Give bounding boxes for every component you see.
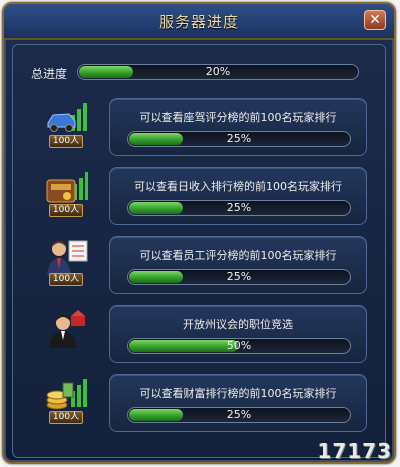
wealth-coins-icon — [46, 379, 87, 410]
task-description: 可以查看座驾评分榜的前100名玩家排行 — [139, 111, 337, 124]
task-panel: 可以查看日收入排行榜的前100名玩家排行 25% — [109, 167, 367, 225]
task-progress-bar: 25% — [127, 200, 351, 216]
money-bag-chart-icon — [46, 172, 88, 203]
overall-progress-bar: 20% — [77, 64, 359, 80]
task-progress-text: 25% — [226, 270, 252, 283]
capacity-badge: 100人 — [49, 273, 83, 286]
window-title: 服务器进度 — [158, 13, 239, 31]
task-row: 100人 可以查看员工评分榜的前100名玩家排行 25% — [13, 231, 387, 299]
task-description: 可以查看员工评分榜的前100名玩家排行 — [139, 249, 337, 262]
car-chart-icon — [47, 103, 87, 132]
overall-progress-row: 总进度 20% — [13, 45, 387, 97]
task-row: 100人 可以查看座驾评分榜的前100名玩家排行 25% — [13, 93, 387, 161]
title-bar: 服务器进度 ✕ — [4, 4, 394, 40]
task-icon-box: 100人 — [41, 375, 97, 431]
task-progress-bar: 50% — [127, 338, 351, 354]
task-progress-text: 50% — [226, 339, 252, 352]
task-panel: 开放州议会的职位竞选 50% — [109, 305, 367, 363]
council-member-icon — [49, 310, 85, 348]
capacity-badge: 100人 — [49, 411, 83, 424]
task-description: 可以查看财富排行榜的前100名玩家排行 — [139, 387, 337, 400]
close-button[interactable]: ✕ — [364, 10, 386, 30]
task-icon-box — [41, 306, 97, 362]
overall-progress-label: 总进度 — [31, 67, 68, 81]
progress-panel: 总进度 20% 100人 可以查看座驾评分榜的前100名玩家排行 25% 100… — [12, 44, 386, 458]
task-progress-text: 25% — [226, 201, 252, 214]
capacity-badge: 100人 — [49, 135, 83, 148]
task-icon-box: 100人 — [41, 168, 97, 224]
task-progress-bar: 25% — [127, 269, 351, 285]
overall-progress-text: 20% — [205, 65, 231, 78]
task-progress-bar: 25% — [127, 407, 351, 423]
task-progress-text: 25% — [226, 132, 252, 145]
staff-person-icon — [47, 240, 88, 275]
server-progress-window: 服务器进度 ✕ 总进度 20% 100人 可以查看座驾评分榜的前100名玩家排行… — [2, 2, 396, 464]
task-panel: 可以查看财富排行榜的前100名玩家排行 25% — [109, 374, 367, 432]
site-watermark: 17173 — [317, 439, 392, 463]
task-description: 可以查看日收入排行榜的前100名玩家排行 — [134, 180, 342, 193]
task-row: 100人 可以查看财富排行榜的前100名玩家排行 25% — [13, 369, 387, 437]
close-icon: ✕ — [369, 12, 381, 28]
task-description: 开放州议会的职位竞选 — [183, 318, 293, 331]
task-panel: 可以查看员工评分榜的前100名玩家排行 25% — [109, 236, 367, 294]
task-icon-box: 100人 — [41, 237, 97, 293]
task-icon-box: 100人 — [41, 99, 97, 155]
capacity-badge: 100人 — [49, 204, 83, 217]
task-row: 100人 可以查看日收入排行榜的前100名玩家排行 25% — [13, 162, 387, 230]
task-progress-text: 25% — [226, 408, 252, 421]
task-row: 开放州议会的职位竞选 50% — [13, 300, 387, 368]
task-panel: 可以查看座驾评分榜的前100名玩家排行 25% — [109, 98, 367, 156]
task-progress-bar: 25% — [127, 131, 351, 147]
